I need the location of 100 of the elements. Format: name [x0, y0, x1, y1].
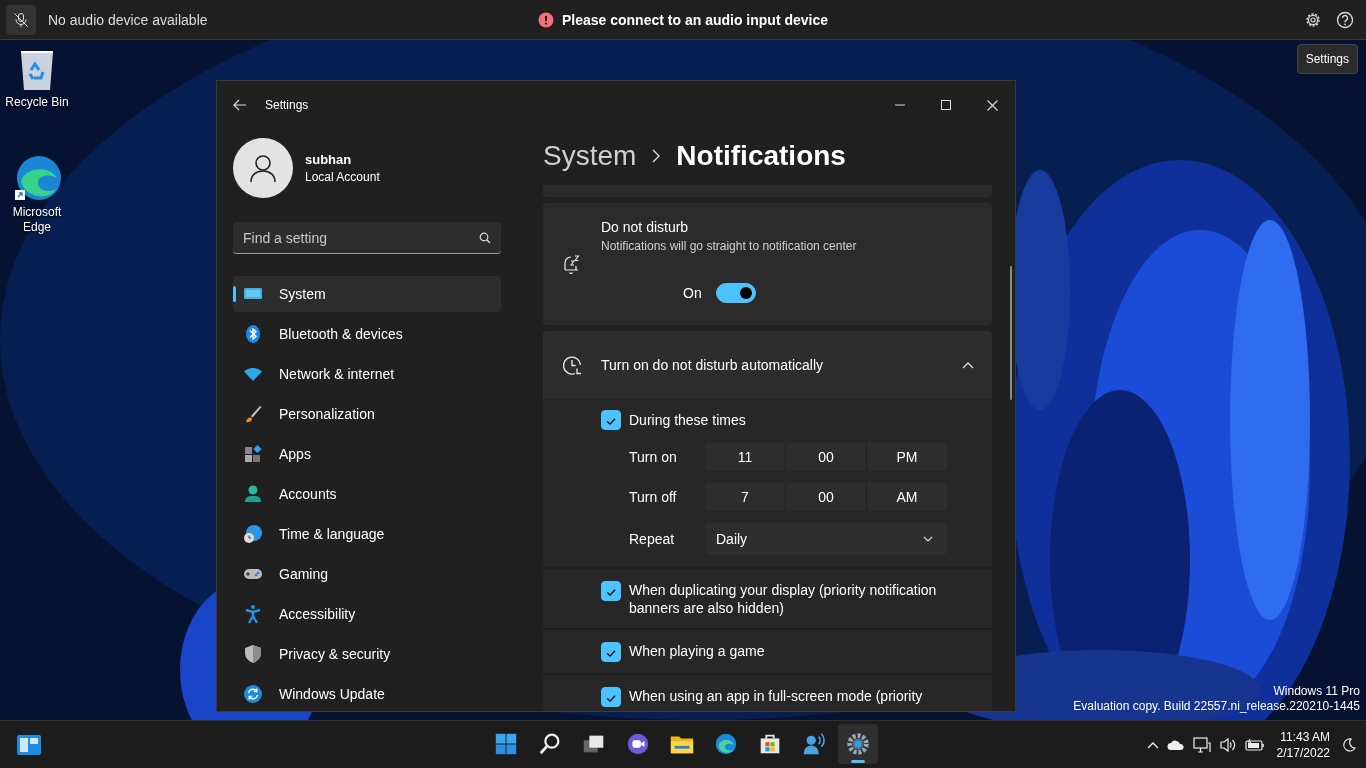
nav-item[interactable]: Accessibility: [233, 596, 501, 632]
moon-icon[interactable]: [1342, 737, 1356, 752]
setting-title: Do not disturb: [601, 219, 690, 235]
checkbox-label[interactable]: During these times: [629, 412, 746, 428]
checkbox-label[interactable]: When playing a game: [629, 642, 765, 660]
nav-icon: [243, 444, 263, 464]
widgets-button[interactable]: [16, 733, 42, 756]
page-title: Notifications: [676, 140, 846, 172]
network-icon[interactable]: [1192, 736, 1211, 753]
nav-item[interactable]: System: [233, 276, 501, 312]
app-icon: [801, 731, 827, 757]
edition-notice-text: Windows 11 Pro: [1273, 684, 1360, 699]
breadcrumb-parent[interactable]: System: [543, 140, 637, 172]
field-label: Turn off: [629, 489, 678, 505]
nav-icon: [243, 684, 263, 704]
nav-icon: [243, 484, 263, 504]
taskbar-app[interactable]: [838, 724, 878, 764]
checkbox[interactable]: [601, 642, 621, 662]
nav-item[interactable]: Gaming: [233, 556, 501, 592]
clock-time[interactable]: 11:43 AM: [1280, 728, 1330, 745]
desktop-icon-label[interactable]: Recycle Bin: [5, 95, 69, 110]
edition-notice-text: Evaluation copy. Build 22557.ni_release.220210-1445: [1073, 699, 1360, 714]
tooltip: Settings: [1296, 44, 1358, 74]
checkbox[interactable]: [601, 410, 621, 430]
avatar[interactable]: [233, 138, 293, 198]
app-icon: [713, 731, 739, 757]
mic-off-icon: [13, 11, 29, 28]
minute-value[interactable]: 00: [785, 483, 866, 511]
back-arrow-icon: [233, 99, 247, 111]
nav-label[interactable]: Windows Update: [279, 686, 385, 702]
settings-button[interactable]: [1304, 10, 1322, 29]
search-icon: [479, 231, 491, 244]
nav-icon: [243, 324, 263, 344]
nav-label[interactable]: Bluetooth & devices: [279, 326, 403, 342]
nav-icon: [243, 524, 263, 544]
nav-item[interactable]: Bluetooth & devices: [233, 316, 501, 352]
time-picker[interactable]: 7 00 AM: [705, 483, 947, 511]
minute-value[interactable]: 00: [785, 443, 866, 471]
close-icon: [986, 99, 998, 111]
checkbox[interactable]: [601, 687, 621, 707]
toggle-switch[interactable]: [715, 283, 756, 303]
chevron-down-icon: [923, 536, 933, 542]
field-label: Repeat: [629, 531, 676, 547]
repeat-dropdown[interactable]: Daily: [705, 523, 947, 555]
chevron-up-icon: [962, 361, 974, 369]
chevron-up-icon[interactable]: [1146, 740, 1159, 749]
search-field[interactable]: Find a setting: [233, 222, 501, 254]
checkbox[interactable]: [601, 581, 621, 601]
hour-value[interactable]: 11: [705, 443, 785, 471]
person-icon: [248, 153, 278, 183]
nav-item[interactable]: Apps: [233, 436, 501, 472]
nav-item[interactable]: Network & internet: [233, 356, 501, 392]
app-icon: [845, 731, 871, 757]
desktop-icon-label[interactable]: Microsoft Edge: [2, 205, 72, 235]
cloud-icon[interactable]: [1166, 738, 1185, 751]
chevron-right-icon: [652, 149, 661, 163]
period-value[interactable]: PM: [866, 443, 947, 471]
nav-label[interactable]: Network & internet: [279, 366, 395, 382]
widgets-icon: [16, 733, 42, 756]
nav-label[interactable]: Personalization: [279, 406, 375, 422]
help-icon: [1336, 10, 1354, 29]
nav-label[interactable]: Privacy & security: [279, 646, 391, 662]
nav-label[interactable]: System: [279, 286, 326, 302]
nav-label[interactable]: Accessibility: [279, 606, 356, 622]
nav-label[interactable]: Apps: [279, 446, 311, 462]
nav-label[interactable]: Accounts: [279, 486, 337, 502]
nav-item[interactable]: Personalization: [233, 396, 501, 432]
help-button[interactable]: [1336, 10, 1354, 29]
battery-icon[interactable]: [1244, 737, 1265, 752]
nav-item[interactable]: Accounts: [233, 476, 501, 512]
settings-icon: [1304, 10, 1322, 29]
period-value[interactable]: AM: [866, 483, 947, 511]
hour-value[interactable]: 7: [705, 483, 785, 511]
back-button[interactable]: [233, 99, 247, 111]
browser-icon[interactable]: [13, 154, 61, 202]
account-type: Local Account: [305, 170, 380, 184]
nav-icon: [243, 404, 263, 424]
search-input[interactable]: Find a setting: [243, 229, 479, 246]
nav-label[interactable]: Time & language: [279, 526, 385, 542]
time-picker[interactable]: 11 00 PM: [705, 443, 947, 471]
nav-item[interactable]: Privacy & security: [233, 636, 501, 672]
expander-header[interactable]: Turn on do not disturb automatically: [543, 331, 992, 399]
scrollbar[interactable]: [1010, 266, 1012, 400]
mic-off-button[interactable]: [6, 4, 36, 35]
setting-description: Notifications will go straight to notification center: [601, 239, 857, 253]
toggle-label: On: [683, 285, 702, 301]
app-icon: [625, 731, 651, 757]
field-label: Turn on: [629, 449, 678, 465]
window-title: Settings: [265, 98, 309, 112]
clock-icon: [561, 354, 583, 376]
nav-item[interactable]: Time & language: [233, 516, 501, 552]
clock-date[interactable]: 2/17/2022: [1276, 744, 1330, 761]
alert-message: Please connect to an audio input device: [561, 11, 829, 28]
nav-label[interactable]: Gaming: [279, 566, 329, 582]
nav-item[interactable]: Windows Update: [233, 676, 501, 711]
error-icon: [537, 11, 554, 28]
audio-status-text: No audio device available: [48, 11, 208, 28]
volume-icon[interactable]: [1218, 736, 1237, 753]
bell-sleep-icon: [561, 253, 583, 275]
nav-icon: [243, 604, 263, 624]
